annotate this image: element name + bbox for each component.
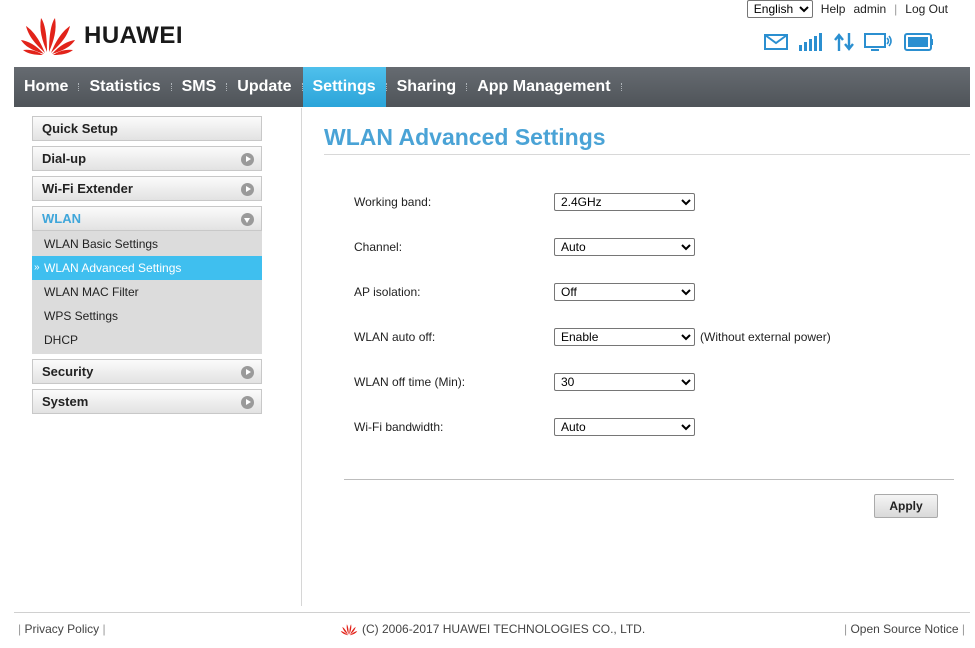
footer-center: (C) 2006-2017 HUAWEI TECHNOLOGIES CO., L… (340, 622, 645, 636)
help-link[interactable]: Help (821, 2, 846, 16)
working-band-label: Working band: (354, 195, 432, 209)
sidebar-subitem-wps[interactable]: WPS Settings (32, 304, 262, 328)
battery-icon (904, 33, 933, 51)
sidebar-subitem-wlan-advanced[interactable]: WLAN Advanced Settings (32, 256, 262, 280)
logout-link[interactable]: Log Out (905, 2, 948, 16)
footer-separator: | (18, 622, 22, 636)
footer-separator: | (961, 622, 965, 636)
wlan-auto-off-label: WLAN auto off: (354, 330, 436, 344)
wlan-submenu: WLAN Basic Settings WLAN Advanced Settin… (32, 231, 262, 354)
wifi-bandwidth-row: Wi-Fi bandwidth: Auto (354, 417, 695, 437)
sidebar-subitem-dhcp[interactable]: DHCP (32, 328, 262, 352)
working-band-row: Working band: 2.4GHz (354, 192, 695, 212)
ap-isolation-select[interactable]: Off (554, 283, 695, 301)
huawei-flower-icon (340, 624, 358, 636)
main-nav: Home Statistics SMS Update Settings Shar… (14, 67, 970, 107)
sidebar-item-label: Quick Setup (42, 121, 118, 136)
top-bar: English Help admin | Log Out (746, 0, 948, 18)
status-icons (764, 32, 934, 52)
sidebar-item-dialup[interactable]: Dial-up (32, 146, 262, 171)
sidebar-item-wlan[interactable]: WLAN (32, 206, 262, 231)
pc-connection-icon (864, 33, 892, 51)
nav-sms[interactable]: SMS (172, 67, 227, 107)
nav-statistics[interactable]: Statistics (79, 67, 170, 107)
copyright-text: (C) 2006-2017 HUAWEI TECHNOLOGIES CO., L… (362, 622, 646, 636)
sidebar-item-label: Dial-up (42, 151, 87, 166)
sidebar-subitem-wlan-basic[interactable]: WLAN Basic Settings (32, 232, 262, 256)
sidebar-subitem-wlan-mac-filter[interactable]: WLAN MAC Filter (32, 280, 262, 304)
huawei-logo (20, 10, 76, 56)
nav-home[interactable]: Home (14, 67, 78, 107)
footer-right: | Open Source Notice | (844, 622, 965, 636)
footer-separator: | (102, 622, 106, 636)
wlan-off-time-select[interactable]: 30 (554, 373, 695, 391)
sidebar-item-wifi-extender[interactable]: Wi-Fi Extender (32, 176, 262, 201)
footer-left: | Privacy Policy | (18, 622, 106, 636)
chevron-down-icon (241, 213, 254, 226)
chevron-right-icon (241, 396, 254, 409)
sidebar-item-label: System (42, 394, 89, 409)
brand-name: HUAWEI (84, 22, 183, 49)
user-label: admin (853, 2, 887, 16)
nav-separator (620, 67, 622, 107)
language-select[interactable]: English (746, 0, 813, 18)
nav-update[interactable]: Update (227, 67, 301, 107)
nav-settings[interactable]: Settings (302, 67, 386, 107)
wlan-off-time-row: WLAN off time (Min): 30 (354, 372, 695, 392)
sidebar-item-label: Security (42, 364, 94, 379)
chevron-right-icon (241, 183, 254, 196)
ap-isolation-label: AP isolation: (354, 285, 421, 299)
sidebar-item-security[interactable]: Security (32, 359, 262, 384)
nav-app-management[interactable]: App Management (467, 67, 620, 107)
wlan-auto-off-select[interactable]: Enable (554, 328, 695, 346)
chevron-right-icon (241, 153, 254, 166)
footer-separator: | (844, 622, 848, 636)
title-divider (324, 154, 970, 155)
open-source-notice-link[interactable]: Open Source Notice (850, 622, 958, 636)
working-band-select[interactable]: 2.4GHz (554, 193, 695, 211)
ap-isolation-row: AP isolation: Off (354, 282, 695, 302)
form-divider (344, 479, 954, 480)
channel-label: Channel: (354, 240, 403, 254)
wlan-auto-off-note: (Without external power) (700, 330, 831, 344)
wifi-bandwidth-select[interactable]: Auto (554, 418, 695, 436)
content-divider (301, 108, 302, 606)
mail-icon[interactable] (764, 34, 788, 50)
sidebar-item-system[interactable]: System (32, 389, 262, 414)
signal-strength-icon (799, 33, 822, 51)
channel-row: Channel: Auto (354, 237, 695, 257)
footer-divider (14, 612, 970, 613)
wlan-auto-off-row: WLAN auto off: Enable (Without external … (354, 327, 831, 347)
wlan-off-time-label: WLAN off time (Min): (354, 375, 466, 389)
page-title: WLAN Advanced Settings (324, 124, 606, 150)
sidebar-item-label: Wi-Fi Extender (42, 181, 133, 196)
sidebar-item-label: WLAN (42, 211, 81, 226)
chevron-right-icon (241, 366, 254, 379)
sidebar: Quick Setup Dial-up Wi-Fi Extender WLAN … (32, 116, 262, 419)
sidebar-item-quick-setup[interactable]: Quick Setup (32, 116, 262, 141)
privacy-policy-link[interactable]: Privacy Policy (24, 622, 99, 636)
apply-button[interactable]: Apply (874, 494, 938, 518)
topbar-separator: | (894, 2, 898, 16)
channel-select[interactable]: Auto (554, 238, 695, 256)
wifi-bandwidth-label: Wi-Fi bandwidth: (354, 420, 444, 434)
nav-sharing[interactable]: Sharing (387, 67, 467, 107)
huawei-flower-icon (21, 18, 75, 55)
data-transfer-icon (834, 33, 854, 51)
